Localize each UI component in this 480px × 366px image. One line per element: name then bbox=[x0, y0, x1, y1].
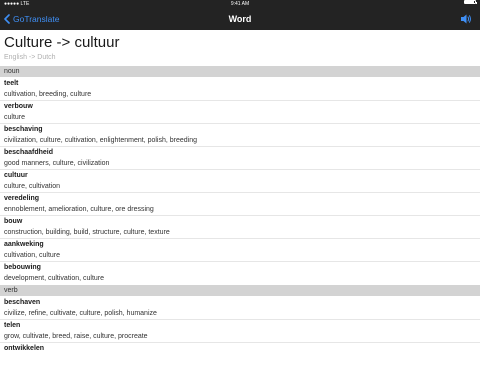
english-meanings: grow, cultivate, breed, raise, culture, … bbox=[4, 333, 148, 340]
nav-title: Word bbox=[228, 14, 252, 24]
dutch-word: teelt bbox=[4, 80, 19, 87]
battery-icon bbox=[464, 0, 477, 4]
status-bar: ●●●●● LTE 9:41 AM bbox=[0, 0, 480, 8]
english-meanings: culture bbox=[4, 114, 26, 121]
translation-header: Culture -> cultuur English -> Dutch bbox=[4, 34, 119, 61]
navigation-bar: GoTranslate Word bbox=[0, 8, 480, 30]
english-meanings: cultivation, breeding, culture bbox=[4, 91, 92, 98]
dutch-word: aankweking bbox=[4, 241, 44, 248]
page-title: Culture -> cultuur bbox=[4, 34, 120, 51]
definitions-list[interactable]: noun teelt cultivation, breeding, culture v… bbox=[0, 66, 480, 366]
battery-fill bbox=[465, 1, 474, 3]
english-meanings: construction, building, build, structure… bbox=[4, 229, 170, 236]
dutch-word: verbouw bbox=[4, 103, 33, 110]
dutch-word: beschaafdheid bbox=[4, 149, 54, 156]
language-pair: English -> Dutch bbox=[4, 54, 56, 61]
list-item[interactable]: ontwikkelen bbox=[0, 343, 480, 366]
list-item[interactable]: bouw construction, building, build, struc… bbox=[0, 216, 480, 239]
english-meanings: culture, cultivation bbox=[4, 183, 61, 190]
list-item[interactable]: telen grow, cultivate, breed, raise, cult… bbox=[0, 320, 480, 343]
dutch-word: beschaving bbox=[4, 126, 43, 133]
list-item[interactable]: veredeling ennoblement, amelioration, cul… bbox=[0, 193, 480, 216]
dutch-word: ontwikkelen bbox=[4, 345, 45, 352]
section-header-noun: noun bbox=[0, 66, 480, 77]
list-item[interactable]: bebouwing development, cultivation, cultu… bbox=[0, 262, 480, 285]
english-meanings: ennoblement, amelioration, culture, ore … bbox=[4, 206, 154, 213]
list-item[interactable]: teelt cultivation, breeding, culture bbox=[0, 78, 480, 101]
english-meanings: cultivation, culture bbox=[4, 252, 61, 259]
speaker-icon[interactable] bbox=[460, 13, 472, 25]
list-item[interactable]: beschaven civilize, refine, cultivate, cu… bbox=[0, 297, 480, 320]
list-item[interactable]: aankweking cultivation, culture bbox=[0, 239, 480, 262]
section-header-verb: verb bbox=[0, 285, 480, 296]
battery-indicator bbox=[464, 0, 477, 4]
english-meanings: development, cultivation, culture bbox=[4, 275, 104, 282]
back-button-label: GoTranslate bbox=[13, 14, 60, 24]
list-item[interactable]: beschaving civilization, culture, cultiva… bbox=[0, 124, 480, 147]
dutch-word: telen bbox=[4, 322, 21, 329]
dutch-word: veredeling bbox=[4, 195, 40, 202]
chevron-left-icon bbox=[4, 14, 10, 24]
list-item[interactable]: cultuur culture, cultivation bbox=[0, 170, 480, 193]
english-meanings: good manners, culture, civilization bbox=[4, 160, 110, 167]
dutch-word: beschaven bbox=[4, 299, 41, 306]
list-item[interactable]: beschaafdheid good manners, culture, civi… bbox=[0, 147, 480, 170]
back-button[interactable]: GoTranslate bbox=[4, 8, 59, 30]
dutch-word: bebouwing bbox=[4, 264, 41, 271]
english-meanings: civilization, culture, cultivation, enli… bbox=[4, 137, 197, 144]
status-time: 9:41 AM bbox=[230, 1, 250, 7]
dutch-word: cultuur bbox=[4, 172, 28, 179]
dutch-word: bouw bbox=[4, 218, 23, 225]
english-meanings: civilize, refine, cultivate, culture, po… bbox=[4, 310, 157, 317]
list-item[interactable]: verbouw culture bbox=[0, 101, 480, 124]
